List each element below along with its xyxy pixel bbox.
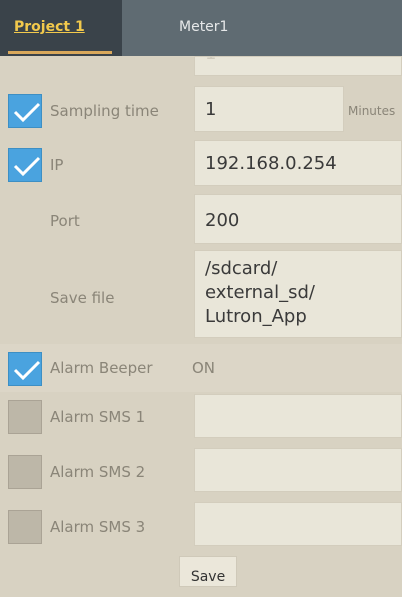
port-label: Port <box>50 212 80 230</box>
check-icon <box>13 102 41 123</box>
partial-field[interactable]: 1 <box>194 56 402 76</box>
save-button[interactable]: Save <box>179 556 237 587</box>
port-input[interactable]: 200 <box>194 194 402 244</box>
ip-input[interactable]: 192.168.0.254 <box>194 140 402 186</box>
alarm-beeper-label: Alarm Beeper <box>50 359 153 377</box>
alarm-beeper-checkbox[interactable] <box>8 352 42 386</box>
alarm-sms-2-label: Alarm SMS 2 <box>50 463 146 481</box>
tab-project[interactable]: Project 1 <box>0 0 122 56</box>
tab-meter[interactable]: Meter1 <box>122 0 402 56</box>
check-icon <box>13 360 41 381</box>
sampling-time-value: 1 <box>205 99 217 120</box>
alarm-sms-1-input[interactable] <box>194 394 402 438</box>
check-icon <box>13 156 41 177</box>
tab-active-indicator <box>8 51 112 54</box>
save-file-label: Save file <box>50 289 115 307</box>
alarm-sms-3-input[interactable] <box>194 502 402 546</box>
ip-checkbox[interactable] <box>8 148 42 182</box>
alarm-sms-1-label: Alarm SMS 1 <box>50 408 146 426</box>
ip-label: IP <box>50 156 64 174</box>
alarm-sms-2-input[interactable] <box>194 448 402 492</box>
top-tab-bar: Project 1 Meter1 <box>0 0 402 56</box>
tab-meter-label: Meter1 <box>179 19 229 35</box>
sampling-time-units: Minutes <box>348 104 396 118</box>
alarm-sms-2-checkbox[interactable] <box>8 455 42 489</box>
sampling-time-label: Sampling time <box>50 102 159 120</box>
alarm-sms-3-label: Alarm SMS 3 <box>50 518 146 536</box>
sampling-time-checkbox[interactable] <box>8 94 42 128</box>
alarm-sms-3-checkbox[interactable] <box>8 510 42 544</box>
ip-value: 192.168.0.254 <box>205 153 337 174</box>
alarm-beeper-value[interactable]: ON <box>192 359 215 377</box>
save-file-input[interactable]: /sdcard/ external_sd/ Lutron_App <box>194 250 402 338</box>
port-value: 200 <box>205 210 240 231</box>
alarm-sms-1-checkbox[interactable] <box>8 400 42 434</box>
partial-field-value: 1 <box>205 57 216 64</box>
sampling-time-input[interactable]: 1 <box>194 86 344 132</box>
tab-project-label: Project 1 <box>14 19 85 35</box>
save-file-value: /sdcard/ external_sd/ Lutron_App <box>205 258 315 327</box>
